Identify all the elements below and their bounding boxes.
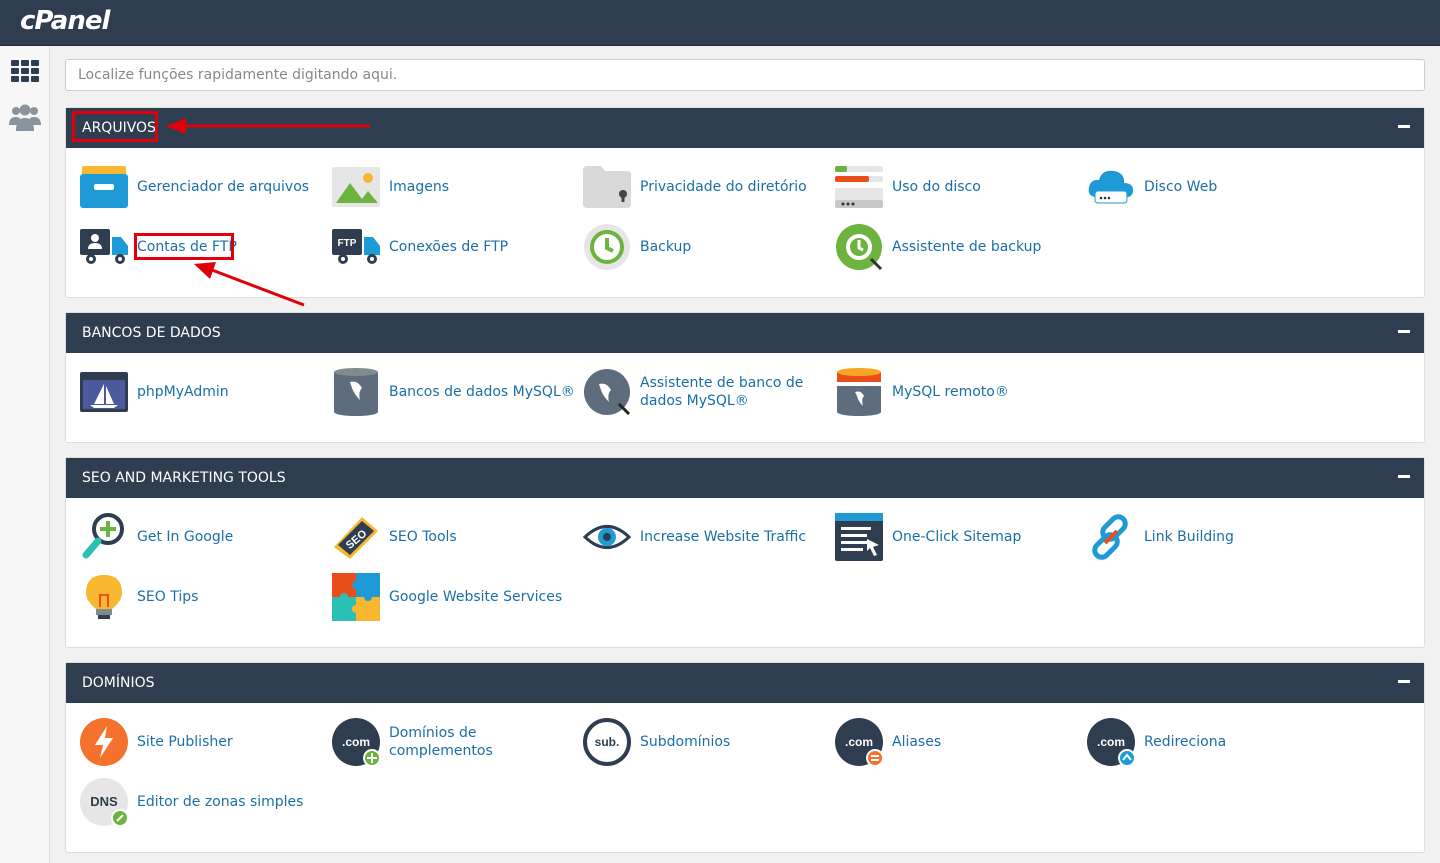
web-disk-icon [1087,163,1135,211]
seo-tools-icon: SEO [332,513,380,561]
top-bar: cPanel [0,0,1440,46]
puzzle-icon [332,573,380,621]
item-increase-traffic[interactable]: Increase Website Traffic [583,512,833,562]
item-phpmyadmin[interactable]: phpMyAdmin [80,367,330,417]
redirects-icon: .com [1087,718,1135,766]
images-icon [332,163,380,211]
users-icon[interactable] [8,100,42,134]
item-zone-editor[interactable]: DNS Editor de zonas simples [80,777,330,827]
directory-privacy-icon [583,163,631,211]
ftp-connections-icon: FTP [332,223,380,271]
grid-icon[interactable] [8,54,42,88]
disk-usage-icon [835,163,883,211]
collapse-icon[interactable] [1398,125,1410,128]
item-seo-tips[interactable]: SEO Tips [80,572,330,622]
phpmyadmin-icon [80,368,128,416]
item-ftp-connections[interactable]: FTP Conexões de FTP [332,222,582,272]
lightbulb-icon [80,573,128,621]
item-remote-mysql[interactable]: MySQL remoto® [835,367,1085,417]
highlight-box [134,233,234,260]
item-directory-privacy[interactable]: Privacidade do diretório [583,162,833,212]
item-seo-tools[interactable]: SEO SEO Tools [332,512,582,562]
section-header[interactable]: SEO AND MARKETING TOOLS [66,458,1424,498]
site-publisher-icon [80,718,128,766]
svg-text:sub.: sub. [595,735,620,749]
mysql-databases-icon [332,368,380,416]
item-aliases[interactable]: .com Aliases [835,717,1085,767]
item-link-building[interactable]: Link Building [1087,512,1337,562]
item-subdomains[interactable]: sub. Subdomínios [583,717,833,767]
item-mysql-databases[interactable]: Bancos de dados MySQL® [332,367,582,417]
sitemap-icon [835,513,883,561]
aliases-icon: .com [835,718,883,766]
section-seo-and-marketing-tools: SEO AND MARKETING TOOLS Get In Google SE… [65,457,1425,648]
file-manager-icon [80,163,128,211]
remote-mysql-icon [835,368,883,416]
sidebar [0,46,50,863]
item-one-click-sitemap[interactable]: One-Click Sitemap [835,512,1085,562]
collapse-icon[interactable] [1398,330,1410,333]
svg-text:.com: .com [1097,735,1125,749]
collapse-icon[interactable] [1398,680,1410,683]
item-disk-usage[interactable]: Uso do disco [835,162,1085,212]
get-in-google-icon [80,513,128,561]
section-dominios: DOMÍNIOS Site Publisher .com Domínios de… [65,662,1425,853]
section-header[interactable]: BANCOS DE DADOS [66,313,1424,353]
annotation-arrow [166,118,370,134]
cpanel-logo[interactable]: cPanel [20,6,110,36]
eye-icon [583,513,631,561]
item-web-disk[interactable]: Disco Web [1087,162,1337,212]
item-redirects[interactable]: .com Redireciona [1087,717,1337,767]
mysql-wizard-icon [583,368,631,416]
item-images[interactable]: Imagens [332,162,582,212]
search-input[interactable] [65,59,1425,91]
ftp-accounts-icon [80,223,128,271]
collapse-icon[interactable] [1398,475,1410,478]
backup-wizard-icon [835,223,883,271]
zone-editor-icon: DNS [80,778,128,826]
item-site-publisher[interactable]: Site Publisher [80,717,330,767]
svg-text:.com: .com [845,735,873,749]
item-mysql-wizard[interactable]: Assistente de banco de dados MySQL® [583,367,843,417]
item-backup[interactable]: Backup [583,222,833,272]
addon-domains-icon: .com [332,718,380,766]
subdomains-icon: sub. [583,718,631,766]
svg-text:FTP: FTP [338,238,357,249]
section-bancos-de-dados: BANCOS DE DADOS phpMyAdmin Bancos de dad… [65,312,1425,443]
backup-icon [583,223,631,271]
item-get-in-google[interactable]: Get In Google [80,512,330,562]
link-icon [1087,513,1135,561]
item-addon-domains[interactable]: .com Domínios de complementos [332,717,582,767]
section-header[interactable]: DOMÍNIOS [66,663,1424,703]
svg-text:DNS: DNS [90,794,118,809]
highlight-box [72,111,158,142]
item-file-manager[interactable]: Gerenciador de arquivos [80,162,330,212]
section-title: SEO AND MARKETING TOOLS [82,470,286,486]
item-backup-wizard[interactable]: Assistente de backup [835,222,1085,272]
item-google-website-services[interactable]: Google Website Services [332,572,582,622]
section-title: DOMÍNIOS [82,675,155,691]
annotation-arrow [194,262,305,307]
svg-text:.com: .com [342,735,370,749]
section-title: BANCOS DE DADOS [82,325,221,341]
